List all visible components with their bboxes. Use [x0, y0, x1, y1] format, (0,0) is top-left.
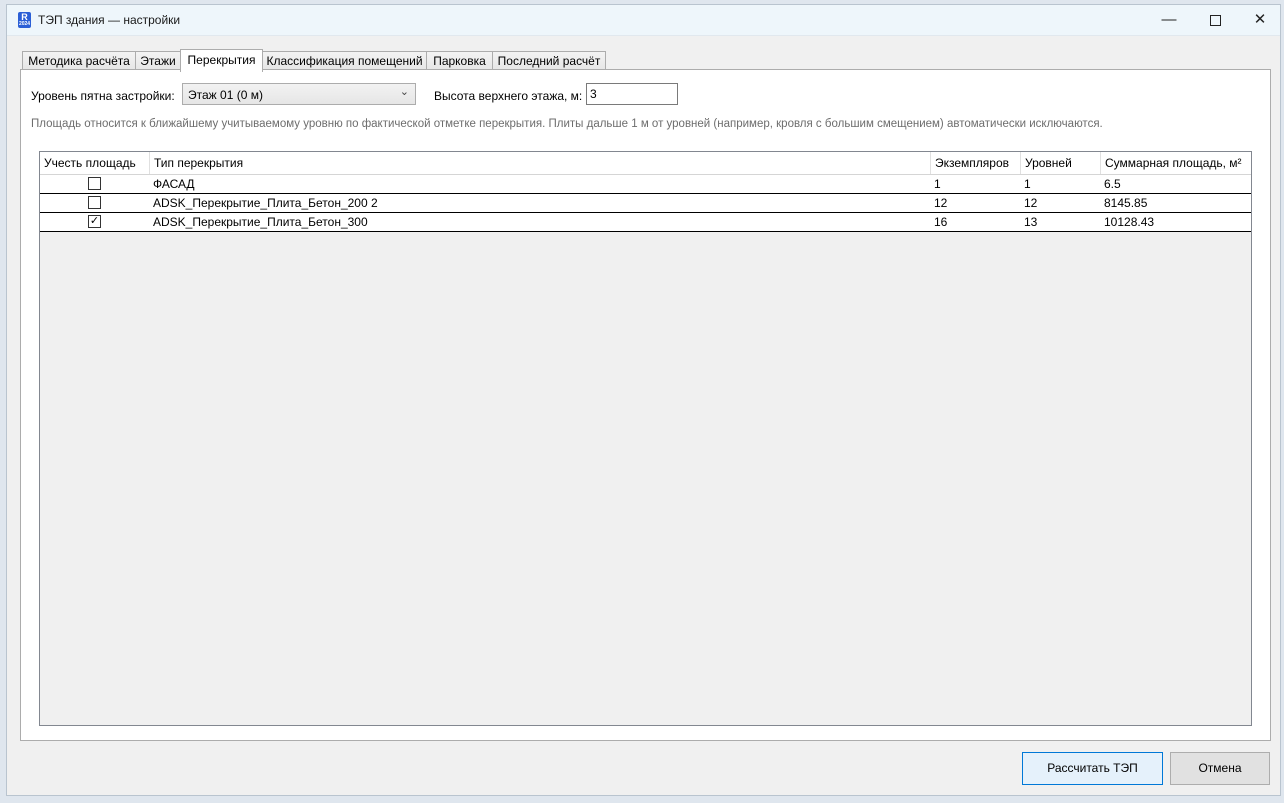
header-levels[interactable]: Уровней — [1021, 152, 1101, 174]
level-select[interactable]: Этаж 01 (0 м) ⌄ — [182, 83, 416, 105]
cell-instances: 16 — [934, 215, 948, 229]
app-icon-sub: 2024 — [18, 21, 31, 27]
checkmark-icon: ✓ — [89, 215, 100, 227]
cell-type: ADSK_Перекрытие_Плита_Бетон_300 — [153, 215, 368, 229]
cell-instances: 1 — [934, 177, 941, 191]
header-area[interactable]: Суммарная площадь, м² — [1101, 152, 1251, 174]
hint-text: Площадь относится к ближайшему учитываем… — [31, 118, 1103, 130]
cell-instances: 12 — [934, 196, 948, 210]
chevron-down-icon: ⌄ — [399, 86, 409, 98]
top-floor-height-input[interactable] — [586, 83, 678, 105]
table-row[interactable]: ADSK_Перекрытие_Плита_Бетон_200 2 12 12 … — [40, 194, 1251, 213]
tab-calc-method[interactable]: Методика расчёта — [22, 51, 136, 70]
cell-area: 10128.43 — [1104, 215, 1155, 229]
header-include[interactable]: Учесть площадь — [40, 152, 150, 174]
slabs-tab-panel: Уровень пятна застройки: Этаж 01 (0 м) ⌄… — [20, 69, 1271, 741]
cell-area: 8145.85 — [1104, 196, 1148, 210]
cancel-button[interactable]: Отмена — [1170, 752, 1270, 785]
tab-slabs[interactable]: Перекрытия — [180, 49, 263, 72]
cell-levels: 13 — [1024, 215, 1038, 229]
level-select-value: Этаж 01 (0 м) — [188, 88, 263, 102]
cell-area: 6.5 — [1104, 177, 1121, 191]
tab-floors[interactable]: Этажи — [135, 51, 181, 70]
calculate-button[interactable]: Рассчитать ТЭП — [1022, 752, 1163, 785]
table-row[interactable]: ФАСАД 1 1 6.5 — [40, 175, 1251, 194]
maximize-button[interactable] — [1192, 5, 1238, 35]
window-title: ТЭП здания — настройки — [38, 13, 181, 27]
cell-type: ADSK_Перекрытие_Плита_Бетон_200 2 — [153, 196, 378, 210]
height-label: Высота верхнего этажа, м: — [434, 89, 583, 103]
cell-levels: 12 — [1024, 196, 1038, 210]
settings-window: R 2024 ТЭП здания — настройки — ✕ Методи… — [6, 4, 1281, 796]
table-header: Учесть площадь Тип перекрытия Экземпляро… — [40, 152, 1251, 175]
close-icon: ✕ — [1253, 11, 1267, 28]
include-checkbox[interactable]: ✓ — [88, 215, 101, 228]
title-bar[interactable]: R 2024 ТЭП здания — настройки — ✕ — [7, 5, 1280, 36]
level-label: Уровень пятна застройки: — [31, 89, 175, 103]
include-checkbox[interactable] — [88, 196, 101, 209]
minimize-button[interactable]: — — [1146, 5, 1192, 35]
minimize-icon: — — [1161, 11, 1177, 28]
revit-app-icon: R 2024 — [18, 12, 31, 28]
include-checkbox[interactable] — [88, 177, 101, 190]
close-button[interactable]: ✕ — [1237, 5, 1283, 35]
table-row[interactable]: ✓ ADSK_Перекрытие_Плита_Бетон_300 16 13 … — [40, 213, 1251, 232]
header-type[interactable]: Тип перекрытия — [150, 152, 931, 174]
tab-room-classification[interactable]: Классификация помещений — [262, 51, 427, 70]
cell-levels: 1 — [1024, 177, 1031, 191]
tab-last-calc[interactable]: Последний расчёт — [492, 51, 606, 70]
cell-type: ФАСАД — [153, 177, 195, 191]
header-instances[interactable]: Экземпляров — [931, 152, 1021, 174]
maximize-icon — [1209, 14, 1221, 26]
tab-parking[interactable]: Парковка — [426, 51, 493, 70]
slabs-table: Учесть площадь Тип перекрытия Экземпляро… — [39, 151, 1252, 726]
